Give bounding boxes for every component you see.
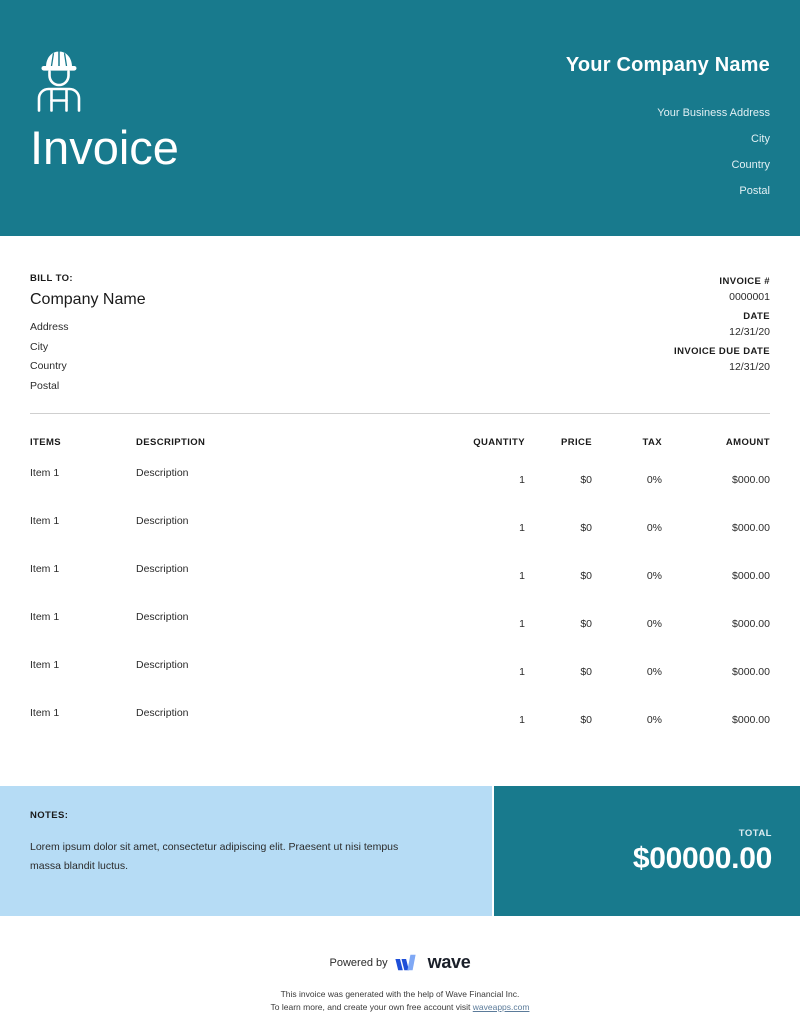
row-amount: $000.00	[732, 666, 770, 678]
row-tax: 0%	[646, 474, 662, 486]
row-amount: $000.00	[732, 714, 770, 726]
wave-wordmark: wave	[427, 952, 471, 972]
row-description: Description	[136, 659, 189, 671]
invoice-meta-block: INVOICE # 0000001 DATE 12/31/20 INVOICE …	[510, 274, 770, 379]
notes-body: Lorem ipsum dolor sit amet, consectetur …	[30, 841, 399, 872]
bill-to-label: BILL TO:	[30, 273, 73, 284]
row-tax: 0%	[646, 666, 662, 678]
row-description: Description	[136, 611, 189, 623]
row-quantity: 1	[519, 714, 525, 726]
bill-to-address: Address	[30, 321, 69, 333]
row-tax: 0%	[646, 570, 662, 582]
row-item: Item 1	[30, 515, 60, 527]
row-tax: 0%	[646, 522, 662, 534]
footer-fineprint: This invoice was generated with the help…	[0, 988, 800, 1013]
invoice-date-label: DATE	[743, 311, 770, 322]
row-quantity: 1	[519, 474, 525, 486]
table-row: Item 1 Description 1 $0 0% $000.00	[0, 515, 800, 563]
total-panel: TOTAL $00000.00	[494, 786, 800, 916]
table-row: Item 1 Description 1 $0 0% $000.00	[0, 707, 800, 755]
business-country-line: Country	[731, 159, 770, 171]
row-item: Item 1	[30, 563, 60, 575]
row-description: Description	[136, 707, 189, 719]
row-description: Description	[136, 515, 189, 527]
bill-to-postal: Postal	[30, 379, 60, 392]
row-quantity: 1	[519, 666, 525, 678]
construction-worker-icon	[31, 46, 87, 114]
row-price: $0	[580, 666, 592, 678]
page-title: Invoice	[30, 121, 179, 174]
total-value: $00000.00	[632, 842, 772, 875]
row-price: $0	[580, 714, 592, 726]
row-item: Item 1	[30, 467, 60, 479]
section-divider	[30, 413, 770, 414]
invoice-number-label: INVOICE #	[719, 276, 770, 287]
row-tax: 0%	[646, 714, 662, 726]
line-items-table: ITEMS DESCRIPTION QUANTITY PRICE TAX AMO…	[0, 437, 800, 755]
wave-logo-icon	[395, 954, 421, 971]
powered-by-block: Powered by wave	[0, 952, 800, 973]
business-postal-line: Postal	[739, 185, 770, 197]
row-amount: $000.00	[732, 522, 770, 534]
column-header-items: ITEMS	[30, 437, 62, 448]
row-item: Item 1	[30, 707, 60, 719]
table-row: Item 1 Description 1 $0 0% $000.00	[0, 467, 800, 515]
invoice-header: Invoice Your Company Name Your Business …	[0, 0, 800, 236]
invoice-due-date-value: 12/31/20	[729, 361, 770, 373]
business-address-block: Your Business Address City Country Posta…	[657, 100, 770, 204]
invoice-due-date-label: INVOICE DUE DATE	[674, 346, 770, 357]
row-quantity: 1	[519, 522, 525, 534]
footer-line-2: To learn more, and create your own free …	[0, 1001, 800, 1014]
row-tax: 0%	[646, 618, 662, 630]
row-price: $0	[580, 618, 592, 630]
table-row: Item 1 Description 1 $0 0% $000.00	[0, 563, 800, 611]
column-header-tax: TAX	[642, 437, 662, 448]
row-amount: $000.00	[732, 618, 770, 630]
business-city-line: City	[751, 133, 770, 145]
powered-by-label: Powered by	[329, 956, 388, 969]
row-price: $0	[580, 522, 592, 534]
row-description: Description	[136, 467, 189, 479]
business-address-line: Your Business Address	[657, 107, 770, 119]
bill-to-company: Company Name	[30, 291, 146, 308]
row-amount: $000.00	[732, 570, 770, 582]
row-quantity: 1	[519, 570, 525, 582]
row-quantity: 1	[519, 618, 525, 630]
table-header-row: ITEMS DESCRIPTION QUANTITY PRICE TAX AMO…	[0, 437, 800, 467]
bill-to-country: Country	[30, 360, 67, 372]
table-row: Item 1 Description 1 $0 0% $000.00	[0, 659, 800, 707]
row-item: Item 1	[30, 611, 60, 623]
row-price: $0	[580, 570, 592, 582]
column-header-amount: AMOUNT	[725, 437, 770, 448]
invoice-page: Invoice Your Company Name Your Business …	[0, 0, 800, 1035]
invoice-number-value: 0000001	[729, 291, 770, 303]
column-header-price: PRICE	[560, 437, 592, 448]
row-description: Description	[136, 563, 189, 575]
row-price: $0	[580, 474, 592, 486]
row-amount: $000.00	[732, 474, 770, 486]
waveapps-link[interactable]: waveapps.com	[473, 1002, 530, 1012]
total-label: TOTAL	[738, 828, 772, 839]
footer-line-2-prefix: To learn more, and create your own free …	[270, 1001, 473, 1012]
notes-label: NOTES:	[30, 810, 69, 821]
bill-to-city: City	[30, 340, 49, 353]
bill-to-address-block: Address City Country Postal	[30, 318, 69, 396]
table-row: Item 1 Description 1 $0 0% $000.00	[0, 611, 800, 659]
column-header-description: DESCRIPTION	[136, 437, 206, 448]
footer-line-1: This invoice was generated with the help…	[280, 989, 520, 999]
company-name: Your Company Name	[565, 54, 770, 76]
column-header-quantity: QUANTITY	[473, 437, 525, 448]
row-item: Item 1	[30, 659, 60, 671]
notes-panel: NOTES: Lorem ipsum dolor sit amet, conse…	[0, 786, 492, 916]
invoice-date-value: 12/31/20	[729, 326, 770, 338]
